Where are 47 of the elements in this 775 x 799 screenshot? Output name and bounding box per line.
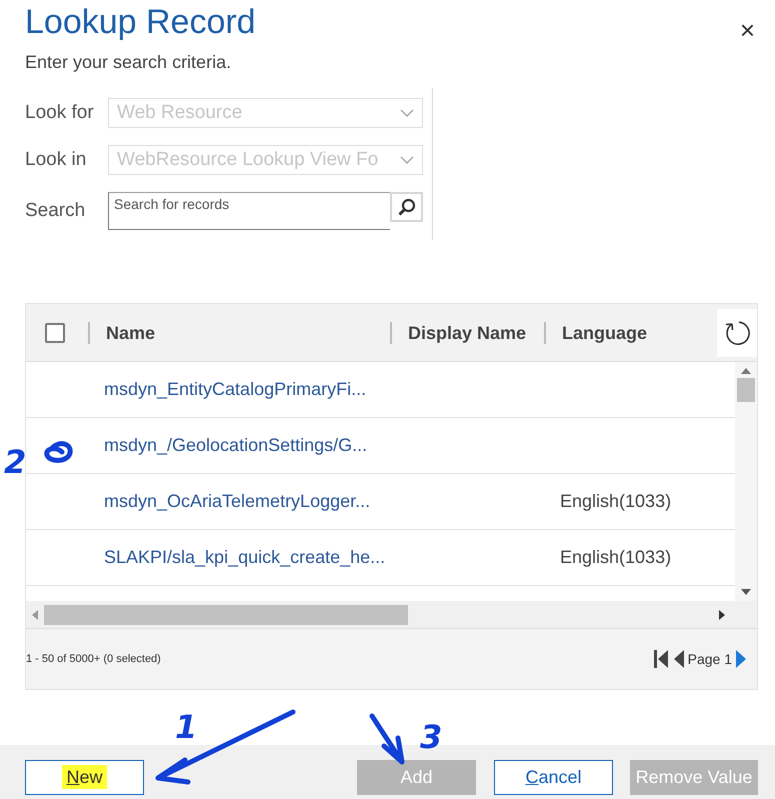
handwritten-number: 3	[420, 718, 442, 756]
field-label: Look in	[25, 149, 88, 171]
scribble-mark	[44, 441, 73, 463]
chevron-down-icon	[400, 108, 414, 118]
refresh-button[interactable]	[717, 308, 757, 356]
select-all-checkbox[interactable]	[45, 322, 65, 342]
close-button[interactable]: ×	[740, 16, 755, 44]
first-page-icon[interactable]	[652, 649, 669, 669]
vertical-scrollbar[interactable]	[735, 362, 757, 601]
previous-page-icon[interactable]	[672, 649, 684, 669]
table-row[interactable]: msdyn_/GeolocationSettings/G...	[26, 418, 735, 474]
scroll-down-icon[interactable]	[741, 589, 751, 595]
search-button[interactable]	[390, 192, 423, 222]
table-row[interactable]: msdyn_EntityCatalogPrimaryFi...	[26, 362, 735, 418]
next-page-icon[interactable]	[736, 649, 747, 669]
table-row[interactable]: msdyn_OcAriaTelemetryLogger... English(1033)	[26, 474, 735, 530]
record-link[interactable]: msdyn_EntityCatalogPrimaryFi...	[88, 379, 406, 400]
column-header[interactable]: Language	[544, 322, 696, 344]
record-count: 1 - 50 of 5000+ (0 selected)	[26, 653, 161, 665]
handwritten-arrow	[370, 714, 404, 764]
dialog-title: Lookup Record	[25, 2, 256, 43]
table-cell-text: English(1033)	[560, 547, 672, 568]
scroll-thumb[interactable]	[737, 378, 755, 402]
record-link[interactable]: SLAKPI/sla_kpi_quick_create_he...	[88, 547, 406, 568]
scroll-right-icon[interactable]	[719, 610, 725, 620]
page-label: Page 1	[688, 651, 732, 667]
scroll-left-icon[interactable]	[32, 610, 38, 620]
dialog-subtitle: Enter your search criteria.	[25, 51, 232, 74]
handwritten-number: 2	[4, 443, 26, 481]
column-header[interactable]: Display Name	[390, 322, 544, 344]
scroll-up-icon[interactable]	[741, 368, 751, 374]
column-header[interactable]: Name	[88, 322, 390, 344]
table-cell-text: English(1033)	[560, 491, 672, 512]
field-label: Look for	[25, 102, 95, 124]
handwritten-number: 1	[175, 708, 198, 746]
refresh-icon	[723, 318, 751, 346]
horizontal-scrollbar[interactable]	[26, 601, 757, 629]
search-field[interactable]: Search for records	[108, 192, 390, 230]
field-label: Search	[25, 200, 86, 222]
record-link[interactable]: msdyn_OcAriaTelemetryLogger...	[88, 491, 406, 512]
chevron-down-icon	[400, 156, 414, 164]
dialog-button[interactable]: New	[25, 760, 144, 795]
scroll-thumb[interactable]	[44, 604, 408, 624]
table-row[interactable]: SLAKPI/sla_kpi_quick_create_he... English(1033)	[26, 530, 735, 586]
dialog-button[interactable]: Cancel	[494, 760, 613, 795]
search-icon	[396, 197, 416, 217]
record-link[interactable]: msdyn_/GeolocationSettings/G...	[88, 435, 406, 456]
